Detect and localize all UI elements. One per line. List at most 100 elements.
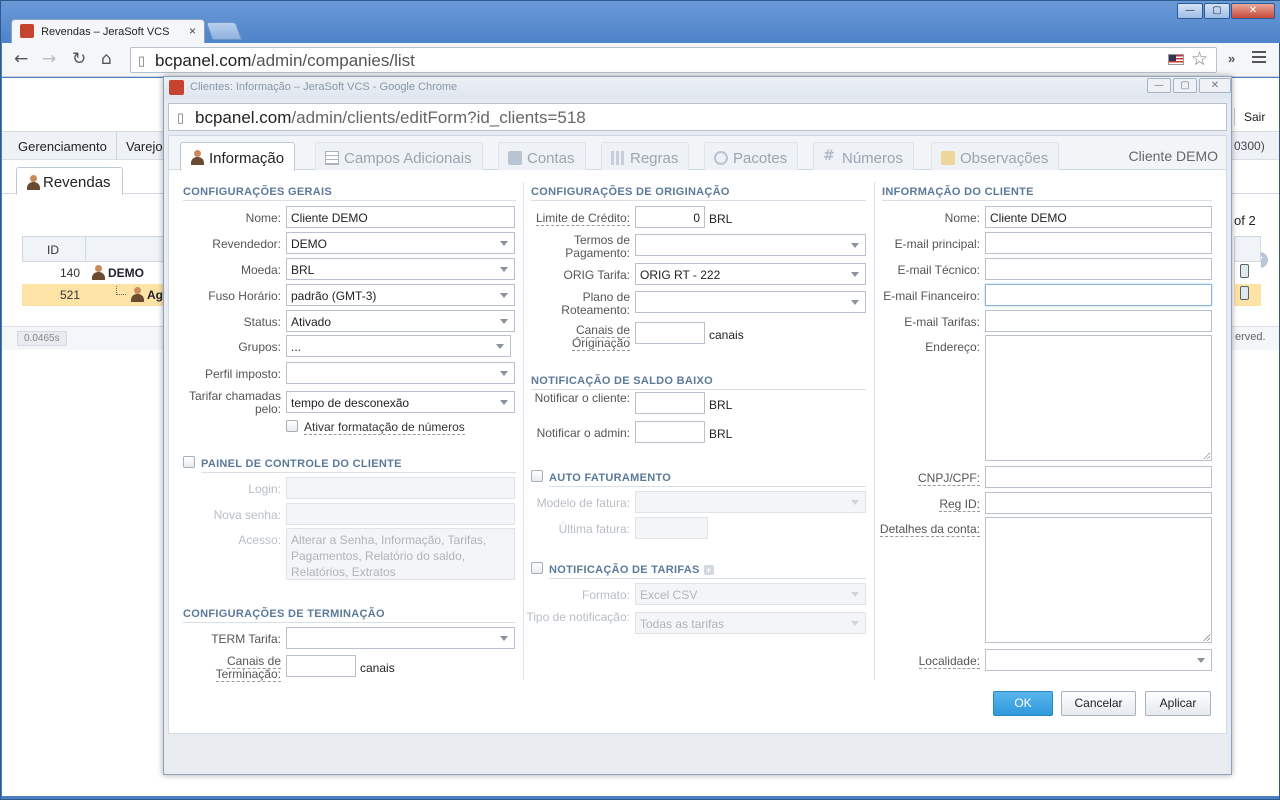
- last-invoice-input[interactable]: [635, 517, 708, 539]
- number-format-checkbox[interactable]: [286, 420, 298, 432]
- maximize-button[interactable]: ▢: [1204, 3, 1230, 19]
- reseller-select[interactable]: DEMO: [286, 232, 515, 254]
- popup-minimize-button[interactable]: —: [1147, 78, 1171, 93]
- table-row[interactable]: 140 DEMO: [22, 262, 165, 284]
- reg-id-input[interactable]: [985, 492, 1212, 514]
- address-textarea[interactable]: [985, 335, 1212, 461]
- popup-url-host: bcpanel.com: [195, 108, 292, 127]
- tab-observacoes[interactable]: Observações: [931, 142, 1060, 170]
- popup-titlebar: Clientes: Informação – JeraSoft VCS - Go…: [164, 77, 1231, 99]
- cnpj-input[interactable]: [985, 466, 1212, 488]
- rate-notify-checkbox[interactable]: [531, 562, 543, 574]
- browser-toolbar: ← → ↻ ⌂ ▯ bcpanel.com/admin/companies/li…: [2, 43, 1279, 77]
- back-arrow-icon[interactable]: ←: [14, 49, 28, 69]
- notify-type-select[interactable]: Todas as tarifas: [635, 612, 866, 634]
- client-name-input[interactable]: Cliente DEMO: [985, 206, 1212, 228]
- address-label: Endereço:: [925, 340, 980, 354]
- tab-campos-adicionais[interactable]: Campos Adicionais: [315, 142, 483, 170]
- currency-select[interactable]: BRL: [286, 258, 515, 280]
- popup-close-button[interactable]: ✕: [1199, 78, 1231, 93]
- reseller-label: Revendedor:: [212, 237, 281, 251]
- us-flag-icon[interactable]: [1168, 54, 1184, 65]
- row-name[interactable]: Ag: [147, 288, 163, 302]
- phone-icon[interactable]: [1240, 286, 1249, 300]
- bookmark-star-icon[interactable]: ☆: [1191, 48, 1208, 70]
- table-row[interactable]: 521 Ag: [22, 284, 165, 306]
- logout-link[interactable]: Sair: [1233, 108, 1265, 126]
- email-rates-input[interactable]: [985, 310, 1212, 332]
- orig-channels-unit: canais: [709, 328, 744, 342]
- tab-revendas[interactable]: Revendas: [16, 167, 123, 195]
- notify-admin-input[interactable]: [635, 421, 705, 443]
- orig-channels-input[interactable]: [635, 322, 705, 344]
- tab-close-icon[interactable]: ×: [189, 24, 196, 38]
- forward-arrow-icon[interactable]: →: [42, 49, 56, 69]
- chrome-menu-icon[interactable]: [1252, 51, 1266, 66]
- tab-informacao[interactable]: Informação: [180, 142, 296, 171]
- payment-terms-select[interactable]: [635, 234, 866, 256]
- tab-contas[interactable]: Contas: [498, 142, 586, 170]
- term-rate-select[interactable]: [286, 627, 515, 649]
- account-details-label: Detalhes da conta:: [873, 522, 980, 537]
- home-icon[interactable]: ⌂: [101, 49, 112, 69]
- client-panel-checkbox[interactable]: [183, 456, 195, 468]
- tab-pacotes[interactable]: Pacotes: [704, 142, 799, 170]
- currency-label: Moeda:: [240, 263, 281, 277]
- new-tab-button[interactable]: [205, 22, 243, 40]
- tab-regras[interactable]: Regras: [601, 142, 690, 170]
- add-icon[interactable]: +: [703, 565, 714, 575]
- minimize-button[interactable]: —: [1177, 3, 1203, 19]
- locale-select[interactable]: [985, 649, 1212, 671]
- notify-client-unit: BRL: [709, 398, 733, 412]
- orig-rate-select[interactable]: ORIG RT - 222: [635, 263, 866, 285]
- email-finance-input[interactable]: [985, 284, 1212, 306]
- term-channels-input[interactable]: [286, 655, 356, 677]
- new-password-input[interactable]: [286, 503, 515, 525]
- access-select[interactable]: Alterar a Senha, Informação, Tarifas, Pa…: [286, 528, 515, 580]
- extensions-chevron-icon[interactable]: »: [1228, 51, 1235, 66]
- client-name-header: Cliente DEMO: [1128, 148, 1218, 164]
- groups-select[interactable]: ...: [286, 335, 511, 357]
- ok-button[interactable]: OK: [993, 691, 1053, 716]
- menu-divider: [116, 132, 117, 160]
- user-icon: [190, 150, 204, 165]
- menu-gerenciamento[interactable]: Gerenciamento: [18, 139, 107, 154]
- status-select[interactable]: Ativado: [286, 310, 515, 332]
- column-header-id[interactable]: ID: [47, 243, 59, 257]
- account-details-textarea[interactable]: [985, 517, 1212, 643]
- row-name[interactable]: DEMO: [108, 266, 144, 280]
- login-input[interactable]: [286, 477, 515, 499]
- email-tech-input[interactable]: [985, 258, 1212, 280]
- popup-maximize-button[interactable]: ▢: [1173, 78, 1197, 93]
- auto-billing-checkbox[interactable]: [531, 470, 543, 482]
- invoice-template-select[interactable]: [635, 491, 866, 513]
- timezone-label: Fuso Horário:: [208, 289, 281, 303]
- resize-grip-icon[interactable]: [1203, 452, 1210, 459]
- reload-icon[interactable]: ↻: [72, 49, 86, 69]
- credit-limit-input[interactable]: 0: [635, 206, 705, 228]
- email-main-input[interactable]: [985, 232, 1212, 254]
- tax-profile-select[interactable]: [286, 362, 515, 384]
- apply-button[interactable]: Aplicar: [1145, 691, 1211, 716]
- account-details-label-text: Detalhes da conta:: [879, 522, 980, 537]
- timezone-select[interactable]: padrão (GMT-3): [286, 284, 515, 306]
- menu-varejo[interactable]: Varejo: [126, 139, 163, 154]
- cancel-button[interactable]: Cancelar: [1061, 691, 1136, 716]
- popup-address-bar[interactable]: ▯ bcpanel.com/admin/clients/editForm?id_…: [168, 103, 1227, 131]
- term-channels-label-text: Canais de Terminação:: [215, 654, 281, 682]
- name-input[interactable]: Cliente DEMO: [286, 206, 515, 228]
- jerasoft-logo-icon: [169, 80, 184, 95]
- browser-tab[interactable]: Revendas – JeraSoft VCS ×: [11, 19, 205, 43]
- format-select[interactable]: Excel CSV: [635, 583, 866, 605]
- phone-icon[interactable]: [1240, 264, 1249, 278]
- billing-by-select[interactable]: tempo de desconexão: [286, 391, 515, 413]
- address-bar[interactable]: ▯ bcpanel.com/admin/companies/list ☆: [130, 47, 1217, 73]
- number-format-label[interactable]: Ativar formatação de números: [304, 420, 465, 435]
- resize-grip-icon[interactable]: [1203, 634, 1210, 641]
- close-window-button[interactable]: ✕: [1231, 3, 1275, 19]
- email-finance-label: E-mail Financeiro:: [883, 289, 980, 303]
- section-rate-notify-label: NOTIFICAÇÃO DE TARIFAS: [549, 564, 700, 576]
- tab-numeros[interactable]: # Números: [813, 142, 914, 170]
- routing-plan-select[interactable]: [635, 291, 866, 313]
- notify-client-input[interactable]: [635, 392, 705, 414]
